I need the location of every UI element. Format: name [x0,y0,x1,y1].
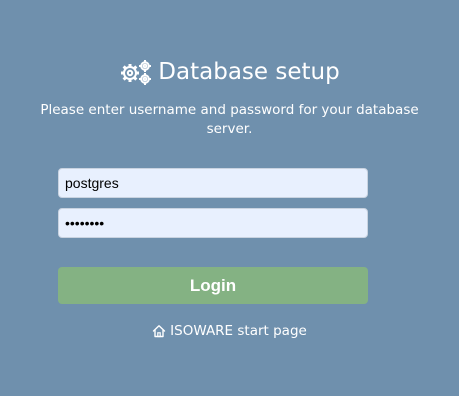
start-page-link-label: ISOWARE start page [170,323,307,339]
instructions-text: Please enter username and password for y… [40,102,419,137]
page-header: Database setup [0,55,459,89]
page-title: Database setup [158,59,340,85]
username-field[interactable] [58,168,368,198]
home-icon [152,325,166,338]
login-button[interactable]: Login [58,267,368,304]
password-field[interactable] [58,208,368,238]
gears-icon [121,60,152,85]
start-page-link[interactable]: ISOWARE start page [0,321,459,341]
